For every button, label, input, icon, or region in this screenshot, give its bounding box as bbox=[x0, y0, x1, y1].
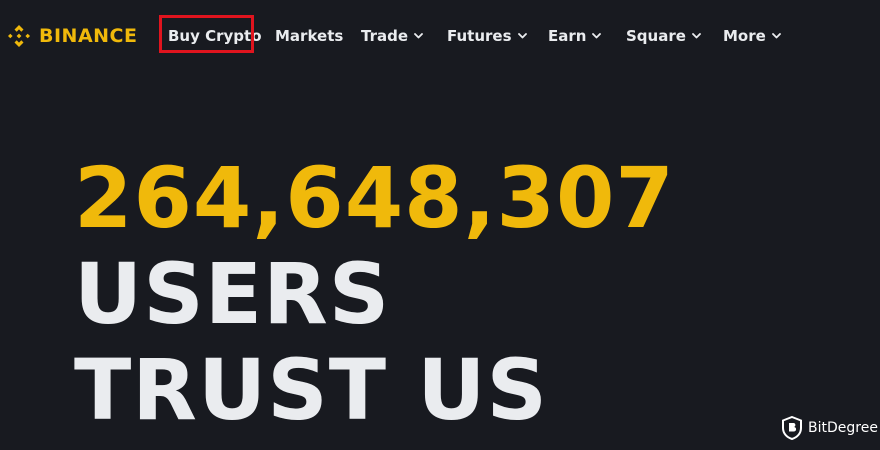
user-count-headline: 264,648,307 bbox=[74, 149, 675, 247]
chevron-down-icon bbox=[517, 33, 527, 39]
nav-item-label: Futures bbox=[447, 27, 512, 45]
nav-item-earn[interactable]: Earn bbox=[548, 26, 602, 46]
watermark-label: BitDegree bbox=[808, 420, 878, 436]
highlight-annotation-box bbox=[159, 15, 254, 53]
bitdegree-shield-icon bbox=[782, 416, 802, 440]
nav-item-label: Earn bbox=[548, 27, 587, 45]
nav-item-label: Square bbox=[626, 27, 686, 45]
main-nav: Buy Crypto Markets Trade Futures Earn Sq… bbox=[0, 0, 880, 70]
nav-item-label: More bbox=[723, 27, 766, 45]
nav-item-futures[interactable]: Futures bbox=[447, 26, 527, 46]
hero-section: 264,648,307 USERS TRUST US bbox=[74, 150, 675, 438]
nav-item-square[interactable]: Square bbox=[626, 26, 701, 46]
nav-item-more[interactable]: More bbox=[723, 26, 781, 46]
nav-item-markets[interactable]: Markets bbox=[275, 26, 343, 46]
hero-line-trust-us: TRUST US bbox=[74, 341, 548, 439]
hero-line-users: USERS bbox=[74, 245, 391, 343]
chevron-down-icon bbox=[414, 33, 423, 39]
nav-item-label: Markets bbox=[275, 27, 344, 45]
chevron-down-icon bbox=[592, 33, 602, 39]
chevron-down-icon bbox=[692, 33, 701, 39]
nav-item-label: Trade bbox=[361, 27, 409, 45]
nav-item-trade[interactable]: Trade bbox=[361, 26, 423, 46]
top-navigation-bar: BINANCE Buy Crypto Markets Trade Futures… bbox=[0, 0, 880, 70]
bitdegree-watermark: BitDegree bbox=[782, 416, 878, 440]
chevron-down-icon bbox=[771, 33, 781, 39]
